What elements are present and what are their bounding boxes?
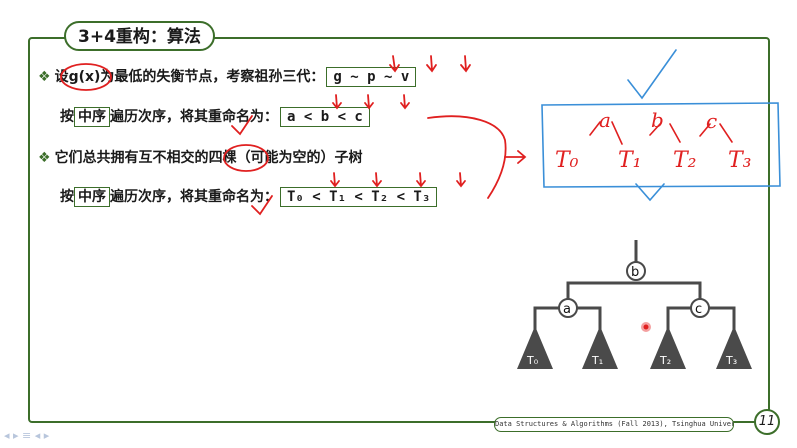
arrow-icon xyxy=(426,55,437,73)
circle-four xyxy=(223,144,269,172)
circle-gx xyxy=(60,63,112,91)
annotation-layer: a b c T₀ T₁ T₂ T₃ b a c T₀ T₁ T₂ T₃ xyxy=(60,49,781,369)
arrow-icon xyxy=(400,94,410,110)
arrow-icon xyxy=(330,172,340,188)
tree-leaf-3: T₃ xyxy=(725,354,737,367)
slide-footer: Data Structures & Algorithms (Fall 2013)… xyxy=(494,417,734,432)
checkmark-icon xyxy=(231,115,253,136)
hw-subtree-3: T₃ xyxy=(728,148,752,173)
arrow-icon xyxy=(504,150,527,164)
arrow-icon xyxy=(416,172,426,188)
tree-leaf-0: T₀ xyxy=(526,354,539,367)
arrow-icon xyxy=(456,172,466,188)
checkmark-icon xyxy=(627,49,677,100)
page-number: 11 xyxy=(754,409,780,435)
tree-label-b: b xyxy=(631,265,639,280)
hw-subtree-1: T₁ xyxy=(618,148,642,173)
tree-leaf-1: T₁ xyxy=(591,354,603,367)
tree-label-a: a xyxy=(563,302,571,317)
arrow-icon xyxy=(389,55,400,73)
arrow-icon xyxy=(372,172,382,188)
checkmark-icon xyxy=(251,195,273,216)
nav-arrows-icon[interactable]: ◂ ▸ ≡ ◂ ▸ xyxy=(4,429,49,442)
tree-diagram: b a c T₀ T₁ T₂ T₃ xyxy=(517,261,752,369)
hw-node-b: b xyxy=(651,108,664,132)
hw-node-c: c xyxy=(706,109,717,133)
arrow-icon xyxy=(364,94,374,110)
arrow-icon xyxy=(460,55,471,73)
connector-curve xyxy=(427,115,507,199)
tree-leaf-2: T₂ xyxy=(659,354,671,367)
cursor-dot-icon xyxy=(641,322,651,332)
hw-node-a: a xyxy=(599,108,611,132)
arrow-icon xyxy=(332,94,342,110)
hw-subtree-0: T₀ xyxy=(555,148,579,173)
hw-subtree-2: T₂ xyxy=(673,148,697,173)
tree-label-c: c xyxy=(695,302,702,317)
